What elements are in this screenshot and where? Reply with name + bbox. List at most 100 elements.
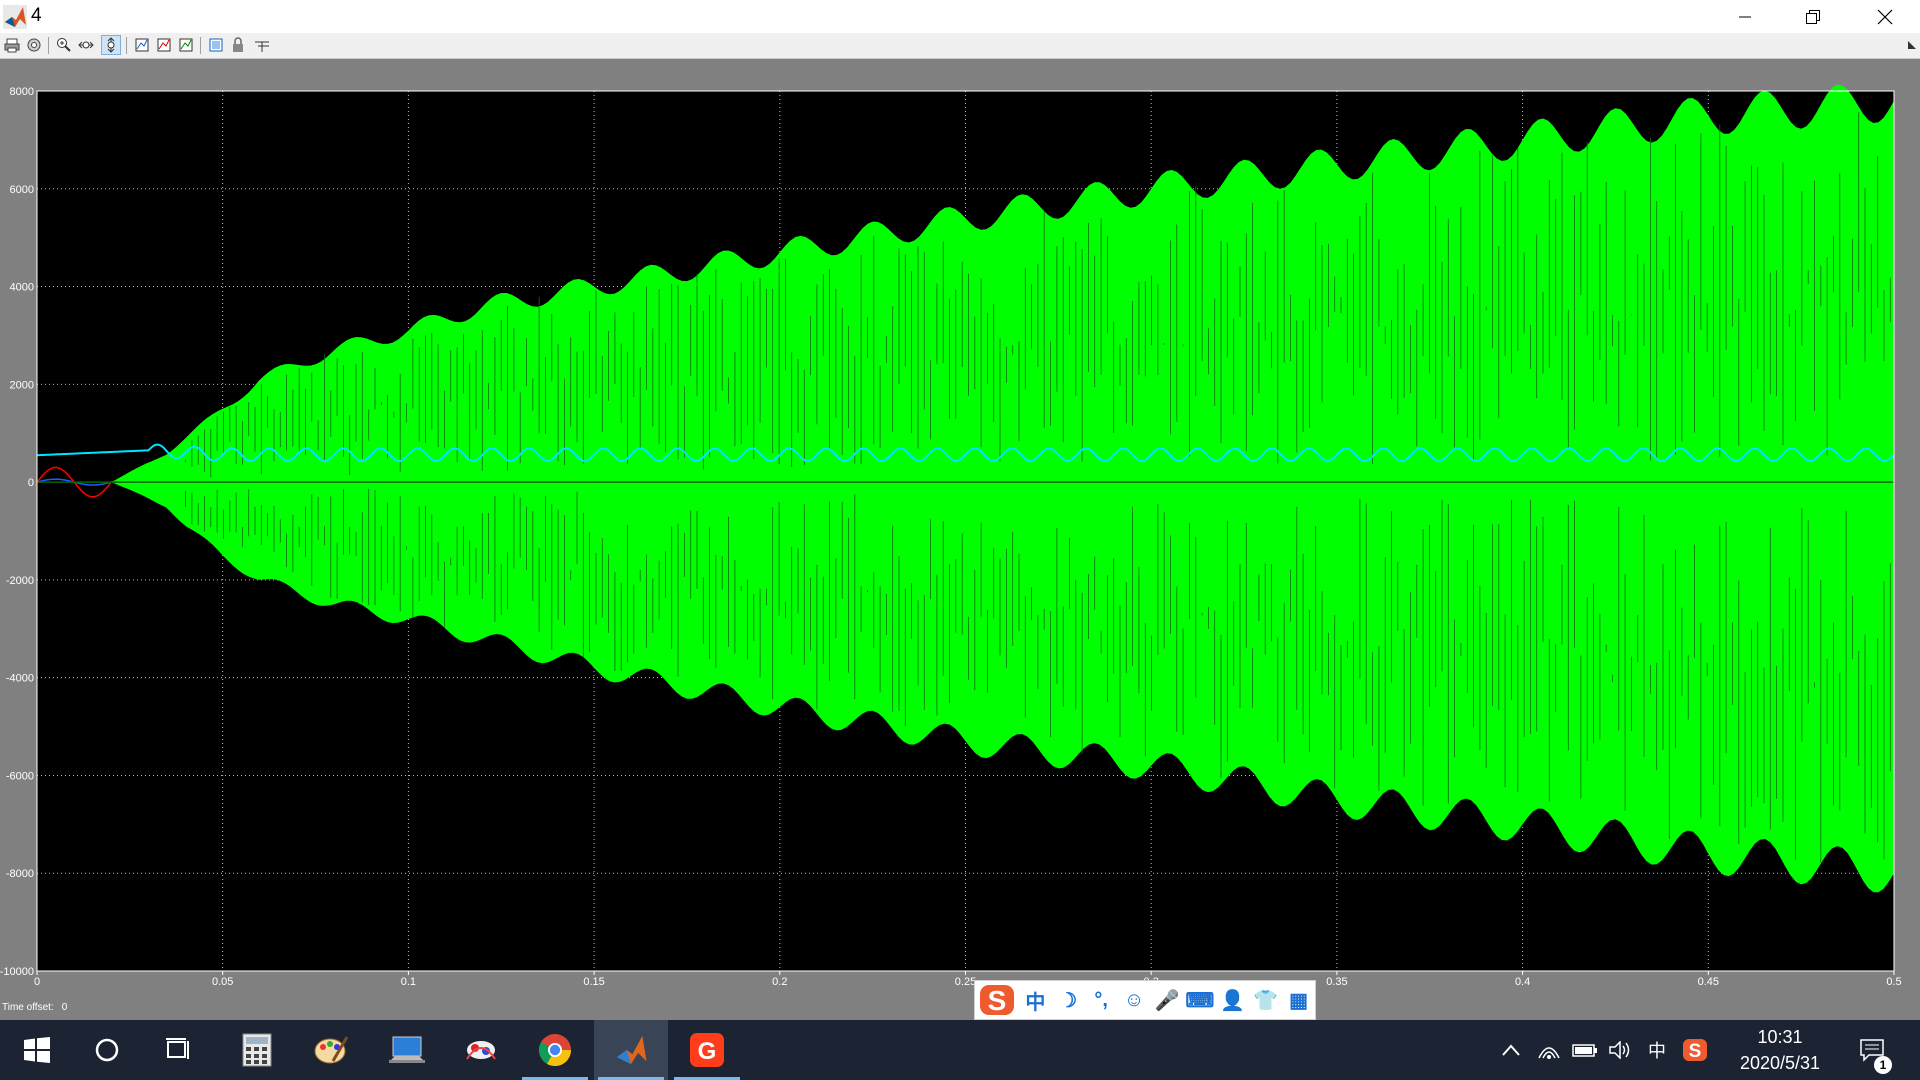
computer-icon [389, 1036, 425, 1063]
x-tick-label: 0.5 [1886, 976, 1901, 988]
zoom-button[interactable] [54, 35, 74, 55]
lock-axes-button[interactable] [228, 35, 248, 55]
tray-overflow-button[interactable] [1496, 1020, 1526, 1080]
task-view-icon [166, 1038, 189, 1059]
start-icon [24, 1037, 50, 1063]
tray-network[interactable] [1532, 1020, 1566, 1080]
cortana-button[interactable] [70, 1020, 144, 1080]
calculator-icon [242, 1033, 272, 1067]
task-view-button[interactable] [142, 1020, 216, 1080]
app-g-icon: G [690, 1033, 724, 1067]
paint-icon [314, 1036, 349, 1064]
signal-selection-button[interactable] [252, 35, 272, 55]
ime-voice-button[interactable]: 🎤 [1151, 982, 1184, 1018]
title-bar: 4 [0, 0, 1920, 33]
chevron-up-icon [1502, 1044, 1520, 1056]
time-offset-label: Time offset: [2, 1002, 54, 1013]
lock-icon [233, 37, 243, 52]
float-icon [209, 38, 223, 52]
taskbar: G 中 S 10:31 2020/5/31 1 [0, 1020, 1920, 1080]
y-tick-label: 4000 [10, 282, 34, 294]
save-axes-button[interactable] [154, 35, 174, 55]
taskbar-calculator[interactable] [220, 1020, 294, 1080]
volume-icon [1609, 1041, 1630, 1059]
y-tick-label: -8000 [6, 868, 34, 880]
close-button[interactable] [1850, 0, 1920, 33]
tray-volume[interactable] [1604, 1020, 1638, 1080]
float-button[interactable] [206, 35, 226, 55]
y-tick-label: 2000 [10, 379, 34, 391]
x-tick-label: 0.45 [1698, 976, 1719, 988]
svg-text:G: G [698, 1038, 717, 1065]
ime-punctuation-toggle[interactable]: °, [1085, 982, 1118, 1018]
y-tick-label: -6000 [6, 770, 34, 782]
clock-date: 2020/5/31 [1739, 1053, 1821, 1073]
restore-icon [1806, 9, 1820, 24]
ime-skin-button[interactable]: 👕 [1249, 982, 1282, 1018]
tray-battery[interactable] [1568, 1020, 1602, 1080]
zoom-y-icon [107, 37, 115, 53]
x-tick-label: 0.25 [955, 976, 976, 988]
tray-input-language[interactable]: 中 [1640, 1020, 1674, 1080]
app-icon [466, 1041, 496, 1060]
time-offset-value: 0 [61, 1002, 68, 1013]
restore-button[interactable] [1778, 0, 1848, 33]
taskbar-chrome[interactable] [518, 1020, 592, 1080]
restore-axes-icon [179, 38, 193, 52]
notification-count-badge: 1 [1874, 1056, 1892, 1074]
x-tick-label: 0.35 [1326, 976, 1347, 988]
ime-language-toggle[interactable]: 中 [1019, 982, 1052, 1018]
taskbar-app-g[interactable]: G [670, 1020, 744, 1080]
restore-axes-button[interactable] [176, 35, 196, 55]
y-tick-label: -4000 [6, 673, 34, 685]
taskbar-app[interactable] [444, 1020, 518, 1080]
y-tick-label: -10000 [0, 966, 34, 978]
x-tick-label: 0.05 [212, 976, 233, 988]
ime-keyboard-button[interactable]: ⌨ [1183, 982, 1216, 1018]
svg-text:S: S [988, 985, 1007, 1016]
matlab-logo-icon [3, 5, 27, 29]
tray-sogou[interactable]: S [1678, 1020, 1712, 1080]
scope-plot[interactable]: 00.050.10.150.20.250.30.350.40.450.58000… [0, 60, 1920, 1020]
ime-toolbox-button[interactable]: ▦ [1282, 982, 1315, 1018]
x-tick-label: 0.15 [583, 976, 604, 988]
x-tick-label: 0.1 [401, 976, 416, 988]
cortana-icon [95, 1038, 119, 1062]
wifi-icon [1538, 1047, 1560, 1059]
ime-emoji-button[interactable]: ☺ [1118, 982, 1151, 1018]
start-button[interactable] [0, 1020, 74, 1080]
time-offset: Time offset: 0 [2, 1002, 75, 1013]
taskbar-this-pc[interactable] [370, 1020, 444, 1080]
autoscale-button[interactable] [132, 35, 152, 55]
y-tick-label: -2000 [6, 575, 34, 587]
ime-toolbar: S 中 ☽ °, ☺ 🎤 ⌨ 👤 👕 ▦ [974, 980, 1316, 1020]
x-tick-label: 0 [34, 976, 40, 988]
signal-select-icon [255, 41, 269, 52]
minimize-icon [1739, 16, 1751, 17]
settings-icon [27, 38, 41, 52]
window-title: 4 [31, 5, 42, 26]
scope-display: 00.050.10.150.20.250.30.350.40.450.58000… [0, 60, 1920, 1020]
scope-toolbar [0, 33, 1920, 59]
clock[interactable]: 10:31 2020/5/31 [1720, 1024, 1840, 1076]
taskbar-matlab[interactable] [594, 1020, 668, 1080]
zoom-x-icon [78, 41, 94, 49]
x-tick-label: 0.4 [1515, 976, 1530, 988]
matlab-icon [616, 1035, 647, 1065]
parameters-button[interactable] [24, 35, 44, 55]
print-button[interactable] [2, 35, 22, 55]
close-icon [1877, 9, 1893, 24]
sogou-tray-icon: S [1683, 1039, 1707, 1062]
ime-user-button[interactable]: 👤 [1216, 982, 1249, 1018]
zoom-in-icon [57, 38, 71, 52]
sogou-logo-icon[interactable]: S [975, 982, 1019, 1018]
x-tick-label: 0.2 [772, 976, 787, 988]
zoom-x-button[interactable] [76, 35, 96, 55]
minimize-button[interactable] [1710, 0, 1780, 33]
print-icon [4, 38, 20, 53]
dock-arrow-icon[interactable] [1908, 41, 1916, 49]
ime-width-toggle[interactable]: ☽ [1052, 982, 1085, 1018]
battery-icon [1572, 1044, 1597, 1057]
zoom-y-button[interactable] [101, 35, 121, 55]
taskbar-paint[interactable] [294, 1020, 368, 1080]
